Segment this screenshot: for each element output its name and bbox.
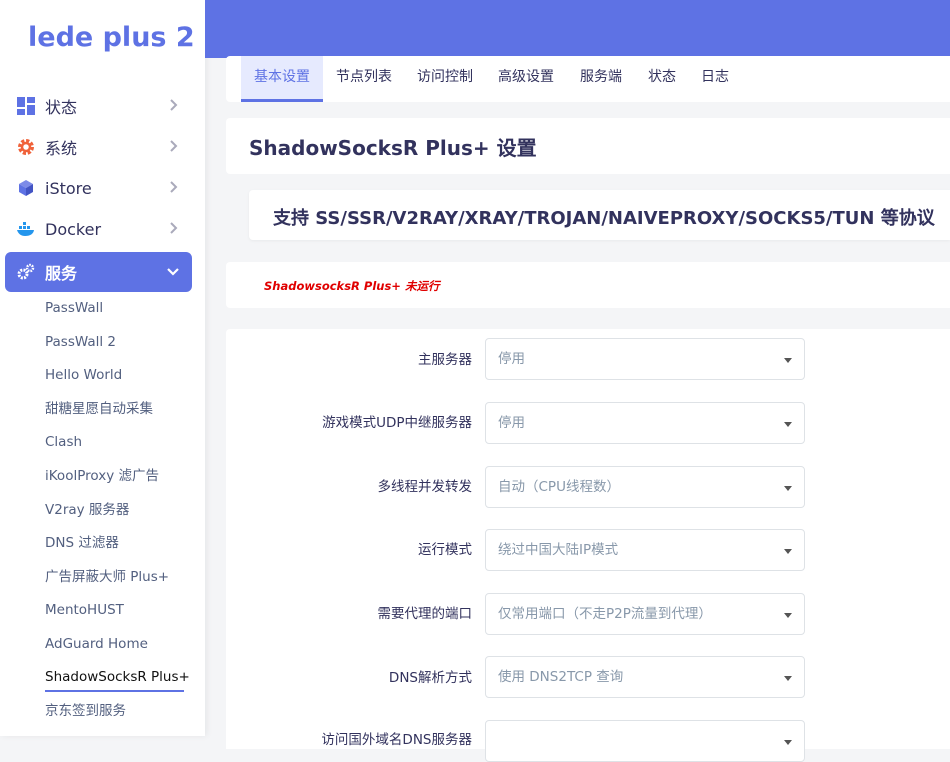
sidebar-subitem-ikoolproxy[interactable]: iKoolProxy 滤广告: [45, 465, 159, 487]
sidebar-item-services[interactable]: 服务: [5, 252, 192, 292]
select-value: 绕过中国大陆IP模式: [498, 542, 619, 558]
sidebar-subitem-tiantang[interactable]: 甜糖星愿自动采集: [45, 398, 153, 420]
sidebar-item-istore[interactable]: iStore: [5, 168, 192, 208]
sidebar-item-system[interactable]: 系统: [5, 127, 192, 167]
select-value: 自动（CPU线程数）: [498, 479, 620, 495]
dns-mode-select[interactable]: 使用 DNS2TCP 查询: [485, 656, 805, 698]
title-card: ShadowSocksR Plus+ 设置: [226, 118, 950, 174]
udp-relay-server-select[interactable]: 停用: [485, 402, 805, 444]
thread-count-select[interactable]: 自动（CPU线程数）: [485, 466, 805, 508]
sidebar-subitem-v2ray[interactable]: V2ray 服务器: [45, 499, 129, 521]
tab-node-list[interactable]: 节点列表: [323, 56, 405, 102]
sidebar-item-label: 服务: [45, 264, 78, 283]
select-value: 停用: [498, 351, 525, 367]
chevron-right-icon: [170, 99, 178, 111]
tab-log[interactable]: 日志: [688, 56, 742, 102]
gear-icon: [17, 138, 35, 156]
sidebar-subitem-adguard[interactable]: AdGuard Home: [45, 633, 148, 655]
chevron-down-icon: [167, 268, 179, 276]
sidebar-item-label: iStore: [45, 178, 92, 198]
caret-down-icon: [784, 549, 792, 554]
sidebar-subitem-clash[interactable]: Clash: [45, 431, 82, 453]
caret-down-icon: [784, 422, 792, 427]
tab-advanced-settings[interactable]: 高级设置: [485, 56, 567, 102]
select-value: 停用: [498, 415, 525, 431]
running-status-text: ShadowsocksR Plus+ 未运行: [264, 279, 440, 293]
run-mode-label: 运行模式: [418, 542, 472, 558]
tab-server[interactable]: 服务端: [567, 56, 635, 102]
main-server-select[interactable]: 停用: [485, 338, 805, 380]
caret-down-icon: [784, 613, 792, 618]
thread-count-label: 多线程并发转发: [377, 479, 473, 495]
caret-down-icon: [784, 676, 792, 681]
sidebar-subitem-dns-filter[interactable]: DNS 过滤器: [45, 532, 119, 554]
select-value: 使用 DNS2TCP 查询: [498, 669, 624, 685]
brand-logo[interactable]: lede plus 2: [28, 22, 195, 53]
foreign-dns-select[interactable]: [485, 720, 805, 762]
run-mode-select[interactable]: 绕过中国大陆IP模式: [485, 529, 805, 571]
select-value: 仅常用端口（不走P2P流量到代理）: [498, 606, 712, 622]
settings-form: 主服务器 停用 游戏模式UDP中继服务器 停用 多线程并发转发 自动（CPU线程…: [226, 329, 950, 762]
sidebar-item-label: 系统: [45, 139, 78, 158]
active-subitem-underline: [45, 690, 184, 692]
main-server-label: 主服务器: [418, 352, 472, 368]
udp-relay-server-label: 游戏模式UDP中继服务器: [322, 415, 472, 431]
header-bar: [205, 0, 950, 58]
sidebar-subitem-adblock[interactable]: 广告屏蔽大师 Plus+: [45, 566, 169, 588]
chevron-right-icon: [170, 140, 178, 152]
chevron-right-icon: [170, 181, 178, 193]
tab-bar: 基本设置 节点列表 访问控制 高级设置 服务端 状态 日志: [226, 56, 950, 102]
sidebar-subitem-helloworld[interactable]: Hello World: [45, 364, 122, 386]
sidebar-item-label: 状态: [45, 98, 78, 117]
cogs-icon: [17, 263, 35, 281]
proxy-ports-select[interactable]: 仅常用端口（不走P2P流量到代理）: [485, 593, 805, 635]
page-title: ShadowSocksR Plus+ 设置: [249, 136, 537, 160]
sidebar-item-status[interactable]: 状态: [5, 86, 192, 126]
sidebar-subitem-jd-signin[interactable]: 京东签到服务: [45, 700, 126, 722]
sidebar-subitem-passwall[interactable]: PassWall: [45, 297, 103, 319]
dns-mode-label: DNS解析方式: [388, 670, 472, 686]
sidebar-item-label: Docker: [45, 219, 102, 239]
sidebar-subitem-passwall2[interactable]: PassWall 2: [45, 331, 116, 353]
docker-icon: [17, 220, 35, 238]
sidebar-subitem-mentohust[interactable]: MentoHUST: [45, 599, 124, 621]
dashboard-icon: [17, 97, 35, 115]
sidebar: lede plus 2 状态 系统 iStore Docker 服务 PassW…: [0, 0, 205, 736]
tab-basic-settings[interactable]: 基本设置: [241, 56, 323, 102]
sidebar-subitem-ssrplus[interactable]: ShadowSocksR Plus+: [45, 666, 190, 688]
protocol-banner: 支持 SS/SSR/V2RAY/XRAY/TROJAN/NAIVEPROXY/S…: [273, 208, 935, 229]
foreign-dns-label: 访问国外域名DNS服务器: [321, 732, 472, 748]
proxy-ports-label: 需要代理的端口: [377, 606, 473, 622]
chevron-right-icon: [170, 222, 178, 234]
status-card: ShadowsocksR Plus+ 未运行: [226, 262, 950, 308]
tab-status[interactable]: 状态: [635, 56, 689, 102]
sidebar-item-docker[interactable]: Docker: [5, 209, 192, 249]
protocol-banner-card: 支持 SS/SSR/V2RAY/XRAY/TROJAN/NAIVEPROXY/S…: [249, 190, 950, 240]
cube-icon: [17, 179, 35, 197]
caret-down-icon: [784, 358, 792, 363]
caret-down-icon: [784, 740, 792, 745]
caret-down-icon: [784, 486, 792, 491]
tab-access-control[interactable]: 访问控制: [404, 56, 486, 102]
